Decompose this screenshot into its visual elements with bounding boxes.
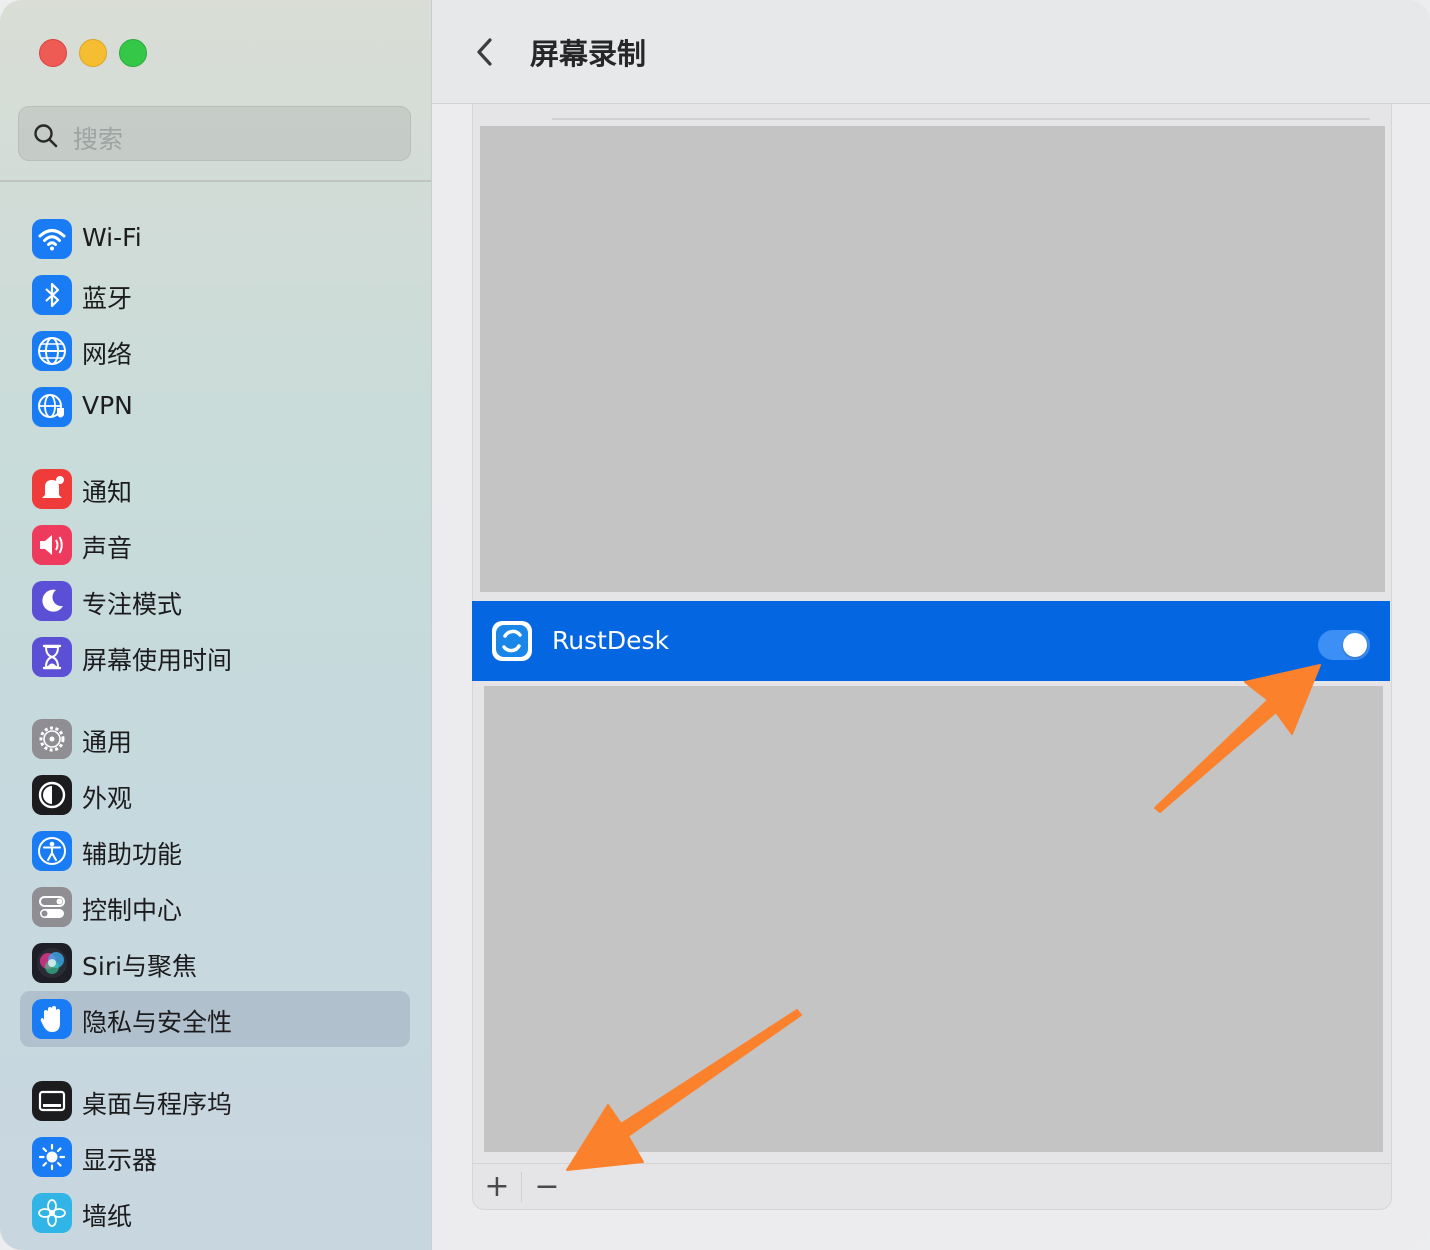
arrow-to-toggle-icon [1154,664,1321,813]
annotation-arrows [566,664,1321,1171]
settings-window: 搜索 Wi-Fi 蓝牙 网络 VPN 通知 声音 专注模式 屏幕使用时间 通用 … [0,0,1430,1250]
arrow-to-remove-icon [566,1009,802,1171]
